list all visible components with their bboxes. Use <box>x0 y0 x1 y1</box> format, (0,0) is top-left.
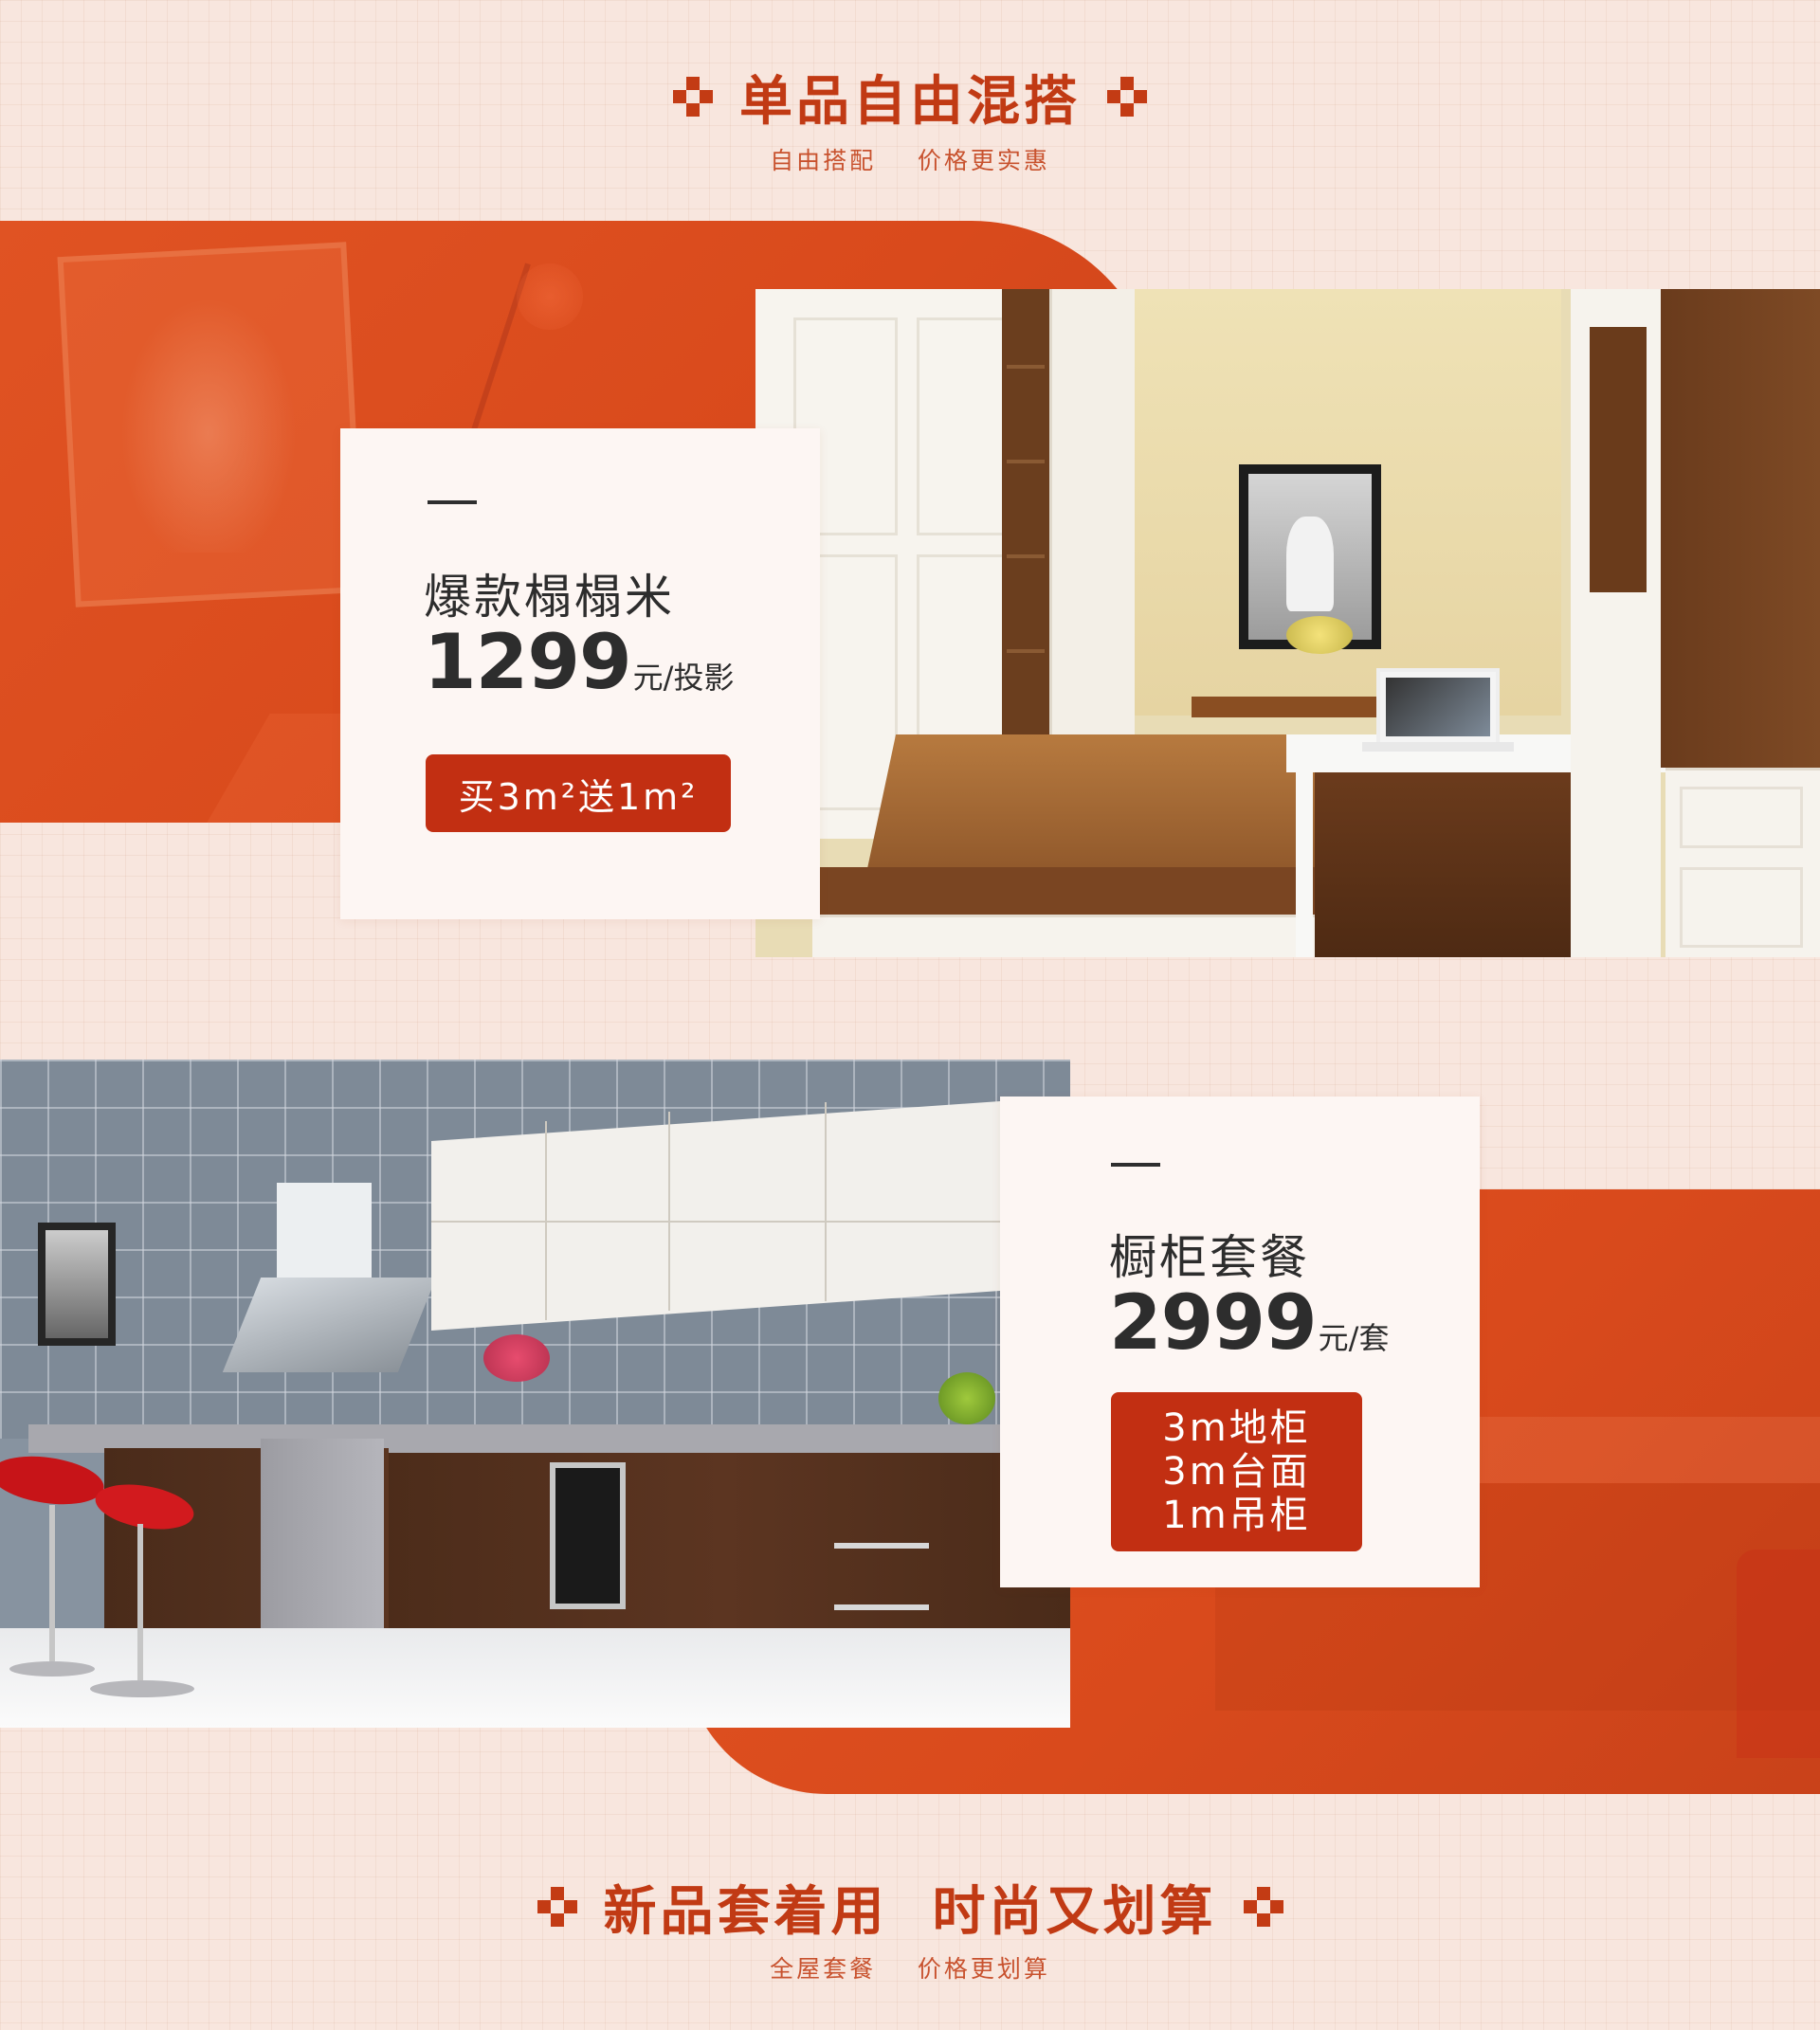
kitchen-promo-line: 3m台面 <box>1162 1450 1311 1494</box>
kitchen-info-card: 橱柜套餐 2999元/套 3m地柜 3m台面 1m吊柜 <box>1000 1097 1480 1587</box>
kitchen-price: 2999元/套 <box>1109 1278 1389 1367</box>
pixel-bracket-left-icon <box>673 77 713 117</box>
kitchen-promo-line: 1m吊柜 <box>1162 1494 1311 1537</box>
tatami-price-unit: 元/投影 <box>632 660 735 696</box>
kitchen-promo-badge[interactable]: 3m地柜 3m台面 1m吊柜 <box>1111 1392 1362 1551</box>
kitchen-price-value: 2999 <box>1109 1278 1318 1367</box>
section2-subtitle: 全屋套餐 价格更划算 <box>770 1955 1050 1983</box>
section2-title: 新品套着用 时尚又划算 <box>603 1880 1217 1943</box>
card-dash-divider <box>428 500 477 504</box>
pixel-bracket-right-icon <box>1107 77 1147 117</box>
section1-heading: 单品自由混搭 <box>0 66 1820 133</box>
tatami-info-card: 爆款榻榻米 1299元/投影 买3m²送1m² <box>340 428 820 919</box>
section1-subtitle: 自由搭配 价格更实惠 <box>770 147 1050 174</box>
tatami-promo-badge[interactable]: 买3m²送1m² <box>426 754 731 832</box>
section1-title: 单品自由混搭 <box>739 70 1081 133</box>
tatami-price: 1299元/投影 <box>424 618 734 706</box>
tatami-room-photo <box>755 289 1820 957</box>
section2-heading: 新品套着用 时尚又划算 <box>0 1876 1820 1943</box>
tatami-price-value: 1299 <box>424 618 632 706</box>
pixel-bracket-right-icon <box>1243 1887 1283 1927</box>
kitchen-photo <box>0 1060 1070 1728</box>
kitchen-price-unit: 元/套 <box>1318 1320 1390 1356</box>
card-dash-divider <box>1111 1163 1160 1167</box>
pixel-bracket-left-icon <box>537 1887 577 1927</box>
kitchen-promo-line: 3m地柜 <box>1162 1406 1311 1450</box>
